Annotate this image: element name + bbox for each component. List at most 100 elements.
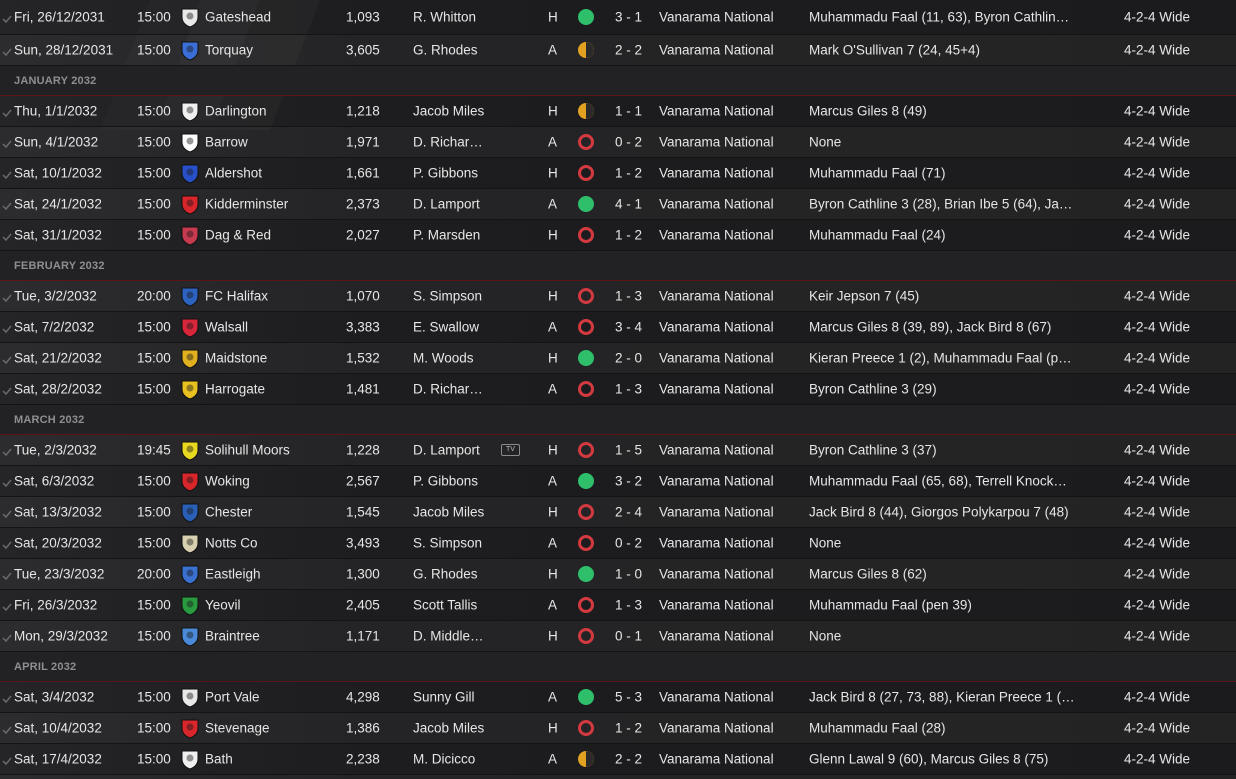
- club-crest-icon[interactable]: [179, 625, 201, 647]
- match-score[interactable]: 3 - 2: [615, 474, 642, 489]
- match-score[interactable]: 1 - 3: [615, 598, 642, 613]
- competition-name[interactable]: Vanarama National: [659, 382, 774, 397]
- referee-name[interactable]: Scott Tallis: [413, 598, 477, 613]
- match-score[interactable]: 1 - 2: [615, 166, 642, 181]
- competition-name[interactable]: Vanarama National: [659, 505, 774, 520]
- club-crest-icon[interactable]: [179, 501, 201, 523]
- match-score[interactable]: 2 - 4: [615, 505, 642, 520]
- match-score[interactable]: 2 - 2: [615, 43, 642, 58]
- match-date[interactable]: Sat, 21/2/2032: [14, 351, 102, 366]
- referee-name[interactable]: S. Simpson: [413, 536, 482, 551]
- competition-name[interactable]: Vanarama National: [659, 536, 774, 551]
- competition-name[interactable]: Vanarama National: [659, 289, 774, 304]
- match-date[interactable]: Sat, 10/4/2032: [14, 721, 102, 736]
- referee-name[interactable]: S. Simpson: [413, 289, 482, 304]
- match-score[interactable]: 1 - 2: [615, 228, 642, 243]
- opponent-name[interactable]: Port Vale: [205, 690, 260, 705]
- fixture-row[interactable]: Sat, 10/1/2032 15:00 Aldershot 1,661 P. Gibb…: [0, 158, 1236, 189]
- opponent-name[interactable]: Barrow: [205, 135, 248, 150]
- club-crest-icon[interactable]: [179, 563, 201, 585]
- fixture-row[interactable]: Sun, 4/1/2032 15:00 Barrow 1,971 D. Richar… A…: [0, 127, 1236, 158]
- opponent-name[interactable]: Chester: [205, 505, 252, 520]
- referee-name[interactable]: D. Lamport: [413, 443, 480, 458]
- club-crest-icon[interactable]: [179, 594, 201, 616]
- referee-name[interactable]: P. Marsden: [413, 228, 480, 243]
- competition-name[interactable]: Vanarama National: [659, 10, 774, 25]
- club-crest-icon[interactable]: [179, 347, 201, 369]
- competition-name[interactable]: Vanarama National: [659, 166, 774, 181]
- fixture-row[interactable]: Sat, 24/4/203215:00AFC Telford1,417D. La…: [0, 775, 1236, 779]
- match-score[interactable]: 4 - 1: [615, 197, 642, 212]
- opponent-name[interactable]: FC Halifax: [205, 289, 268, 304]
- referee-name[interactable]: Jacob Miles: [413, 721, 484, 736]
- club-crest-icon[interactable]: [179, 39, 201, 61]
- opponent-name[interactable]: Torquay: [205, 43, 253, 58]
- club-crest-icon[interactable]: [179, 717, 201, 739]
- match-score[interactable]: 1 - 3: [615, 289, 642, 304]
- referee-name[interactable]: D. Richar…: [413, 135, 483, 150]
- match-date[interactable]: Tue, 3/2/2032: [14, 289, 97, 304]
- match-date[interactable]: Fri, 26/3/2032: [14, 598, 97, 613]
- opponent-name[interactable]: Aldershot: [205, 166, 262, 181]
- referee-name[interactable]: Jacob Miles: [413, 505, 484, 520]
- competition-name[interactable]: Vanarama National: [659, 474, 774, 489]
- fixture-row[interactable]: Thu, 1/1/2032 15:00 Darlington 1,218 Jacob M…: [0, 96, 1236, 127]
- fixture-row[interactable]: Fri, 26/3/2032 15:00 Yeovil 2,405 Scott Tall…: [0, 590, 1236, 621]
- opponent-name[interactable]: Bath: [205, 752, 233, 767]
- opponent-name[interactable]: Dag & Red: [205, 228, 271, 243]
- competition-name[interactable]: Vanarama National: [659, 135, 774, 150]
- club-crest-icon[interactable]: [179, 100, 201, 122]
- competition-name[interactable]: Vanarama National: [659, 721, 774, 736]
- referee-name[interactable]: Sunny Gill: [413, 690, 475, 705]
- match-date[interactable]: Sat, 20/3/2032: [14, 536, 102, 551]
- competition-name[interactable]: Vanarama National: [659, 320, 774, 335]
- referee-name[interactable]: D. Richar…: [413, 382, 483, 397]
- match-score[interactable]: 1 - 1: [615, 104, 642, 119]
- competition-name[interactable]: Vanarama National: [659, 104, 774, 119]
- fixture-row[interactable]: Sat, 3/4/2032 15:00 Port Vale 4,298 Sunny Gi…: [0, 682, 1236, 713]
- match-date[interactable]: Tue, 2/3/2032: [14, 443, 97, 458]
- referee-name[interactable]: R. Whitton: [413, 10, 476, 25]
- fixture-row[interactable]: Fri, 26/12/2031 15:00 Gateshead 1,093 R. Whi…: [0, 0, 1236, 35]
- match-date[interactable]: Sat, 3/4/2032: [14, 690, 94, 705]
- club-crest-icon[interactable]: [179, 285, 201, 307]
- match-score[interactable]: 0 - 2: [615, 536, 642, 551]
- fixture-row[interactable]: Sat, 20/3/2032 15:00 Notts Co 3,493 S. Simps…: [0, 528, 1236, 559]
- opponent-name[interactable]: Braintree: [205, 629, 260, 644]
- referee-name[interactable]: M. Woods: [413, 351, 474, 366]
- fixture-row[interactable]: Sat, 7/2/2032 15:00 Walsall 3,383 E. Swallow…: [0, 312, 1236, 343]
- opponent-name[interactable]: Harrogate: [205, 382, 265, 397]
- club-crest-icon[interactable]: [179, 193, 201, 215]
- match-date[interactable]: Sun, 28/12/2031: [14, 43, 113, 58]
- match-date[interactable]: Mon, 29/3/2032: [14, 629, 108, 644]
- club-crest-icon[interactable]: [179, 439, 201, 461]
- match-score[interactable]: 0 - 2: [615, 135, 642, 150]
- opponent-name[interactable]: Yeovil: [205, 598, 241, 613]
- competition-name[interactable]: Vanarama National: [659, 629, 774, 644]
- fixture-row[interactable]: Tue, 2/3/2032 19:45 Solihull Moors 1,228 D. …: [0, 435, 1236, 466]
- fixture-row[interactable]: Sat, 6/3/2032 15:00 Woking 2,567 P. Gibbons A…: [0, 466, 1236, 497]
- match-date[interactable]: Sat, 31/1/2032: [14, 228, 102, 243]
- fixture-row[interactable]: Sat, 10/4/2032 15:00 Stevenage 1,386 Jacob M…: [0, 713, 1236, 744]
- club-crest-icon[interactable]: [179, 686, 201, 708]
- match-date[interactable]: Sat, 24/1/2032: [14, 197, 102, 212]
- match-date[interactable]: Thu, 1/1/2032: [14, 104, 97, 119]
- opponent-name[interactable]: Kidderminster: [205, 197, 288, 212]
- referee-name[interactable]: D. Lamport: [413, 197, 480, 212]
- opponent-name[interactable]: Solihull Moors: [205, 443, 290, 458]
- club-crest-icon[interactable]: [179, 378, 201, 400]
- club-crest-icon[interactable]: [179, 470, 201, 492]
- club-crest-icon[interactable]: [179, 131, 201, 153]
- competition-name[interactable]: Vanarama National: [659, 197, 774, 212]
- match-date[interactable]: Sun, 4/1/2032: [14, 135, 98, 150]
- fixture-row[interactable]: Tue, 3/2/2032 20:00 FC Halifax 1,070 S. Simp…: [0, 281, 1236, 312]
- match-score[interactable]: 5 - 3: [615, 690, 642, 705]
- competition-name[interactable]: Vanarama National: [659, 598, 774, 613]
- opponent-name[interactable]: Gateshead: [205, 10, 271, 25]
- fixture-row[interactable]: Sun, 28/12/2031 15:00 Torquay 3,605 G. Rhode…: [0, 35, 1236, 66]
- match-score[interactable]: 3 - 4: [615, 320, 642, 335]
- fixture-row[interactable]: Mon, 29/3/2032 15:00 Braintree 1,171 D. Midd…: [0, 621, 1236, 652]
- match-score[interactable]: 2 - 0: [615, 351, 642, 366]
- match-score[interactable]: 1 - 0: [615, 567, 642, 582]
- match-date[interactable]: Sat, 7/2/2032: [14, 320, 94, 335]
